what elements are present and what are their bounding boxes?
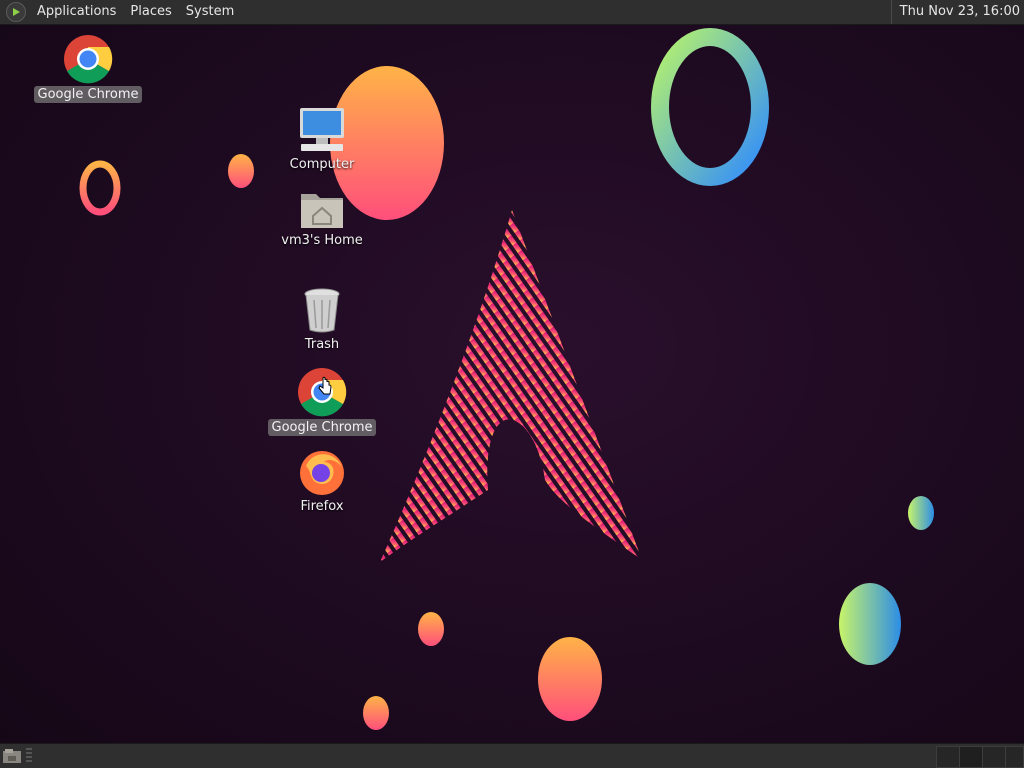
chrome-icon	[64, 35, 113, 84]
menu-places[interactable]: Places	[123, 0, 178, 24]
desktop-icon-label: Google Chrome	[267, 419, 377, 436]
firefox-icon	[300, 451, 344, 495]
show-desktop-icon[interactable]	[2, 747, 22, 765]
desktop-icon-firefox[interactable]: Firefox	[267, 448, 377, 515]
workspace-1[interactable]	[936, 746, 960, 768]
top-panel: Applications Places System Thu Nov 23, 1…	[0, 0, 1024, 25]
bottom-panel	[0, 743, 1024, 768]
desktop-icon-label: vm3's Home	[281, 233, 363, 248]
mouse-cursor-icon	[318, 376, 332, 395]
desktop-icon-label: Computer	[289, 157, 355, 172]
desktop-icon-label: Trash	[304, 337, 340, 352]
trash-icon	[304, 288, 340, 333]
panel-handle[interactable]	[26, 748, 32, 764]
menu-applications[interactable]: Applications	[30, 0, 123, 24]
computer-icon	[300, 108, 344, 151]
workspace-3[interactable]	[982, 746, 1006, 768]
desktop-icon-home[interactable]: vm3's Home	[267, 188, 377, 249]
menu-system[interactable]: System	[179, 0, 241, 24]
workspace-2[interactable]	[959, 746, 983, 768]
clock[interactable]: Thu Nov 23, 16:00	[890, 0, 1020, 24]
wallpaper-art	[79, 28, 934, 730]
desktop-icon-label: Firefox	[300, 499, 344, 514]
desktop-icon-trash[interactable]: Trash	[267, 286, 377, 353]
desktop-icon-chrome-topleft[interactable]: Google Chrome	[33, 34, 143, 103]
workspace-4[interactable]	[1005, 746, 1024, 768]
menu-logo-icon[interactable]	[6, 2, 26, 22]
desktop-icon-label: Google Chrome	[33, 86, 143, 103]
desktop-icon-computer[interactable]: Computer	[267, 106, 377, 173]
home-folder-icon	[301, 194, 343, 228]
